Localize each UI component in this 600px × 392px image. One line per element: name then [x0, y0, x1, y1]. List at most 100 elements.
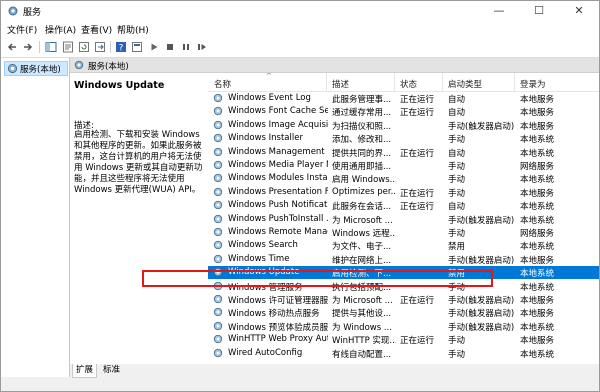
stop-icon: [167, 44, 173, 50]
column-header-name[interactable]: 名称: [214, 78, 231, 90]
service-row[interactable]: Windows PushToInstall ... 为 Microsoft ...…: [208, 213, 599, 226]
service-name: Windows Modules Install...: [228, 173, 328, 184]
service-description: 此服务管理事...: [332, 95, 392, 105]
pause-service-button[interactable]: [179, 40, 193, 54]
service-logon: 本地系统: [520, 269, 555, 280]
menu-bar: 文件(F) 操作(A) 查看(V) 帮助(H): [1, 21, 599, 37]
close-button[interactable]: ✕: [559, 1, 599, 21]
back-arrow-icon: [7, 43, 16, 51]
start-service-button[interactable]: [147, 40, 161, 54]
service-row[interactable]: Wired AutoConfig 有线自动配置... 手动 本地系统: [208, 347, 599, 360]
selected-service-name: Windows Update: [74, 80, 165, 91]
refresh-icon: [79, 42, 89, 52]
help-button[interactable]: ?: [114, 40, 128, 54]
tab-extended[interactable]: 扩展: [72, 364, 98, 378]
service-logon: 网络服务: [520, 162, 555, 172]
service-description-panel: Windows Update 描述: 启用检测、下载和安装 Windows 和其…: [70, 73, 205, 364]
back-button[interactable]: [5, 40, 19, 54]
forward-button[interactable]: [21, 40, 35, 54]
service-row[interactable]: Windows Image Acquisiti... 为扫描仪和照... 手动(触发…: [208, 119, 599, 132]
service-row[interactable]: Windows Font Cache Ser... 通过缓存常用... 正在运行 自动…: [208, 105, 599, 118]
tab-standard[interactable]: 标准: [100, 364, 123, 377]
column-divider[interactable]: [514, 73, 515, 91]
service-name: Windows Presentation Fo...: [228, 186, 328, 197]
service-logon: 本地系统: [520, 349, 555, 360]
service-gear-icon: [213, 134, 223, 143]
stop-service-button[interactable]: [163, 40, 177, 54]
service-row[interactable]: Windows Push Notificati... 此服务在会话... 正在运行 自…: [208, 199, 599, 212]
tree-item-services-local[interactable]: 服务(本地): [4, 61, 68, 76]
service-gear-icon: [213, 227, 223, 237]
service-row[interactable]: Windows Search 为文件、电子... 禁用 本地系统: [208, 239, 599, 252]
export-list-button[interactable]: [93, 40, 107, 54]
service-gear-icon: [213, 187, 223, 196]
service-row[interactable]: WinHTTP Web Proxy Aut... WinHTTP 实现... 正在运…: [208, 333, 599, 346]
service-name: Wired AutoConfig: [228, 347, 303, 358]
service-name: Windows 许可证管理器服务: [228, 296, 328, 306]
column-header-logon-as[interactable]: 登录为: [520, 78, 546, 90]
service-logon: 本地系统: [520, 175, 555, 186]
service-row[interactable]: Windows Installer 添加、修改和... 手动 本地系统: [208, 132, 599, 145]
service-gear-icon: [213, 241, 223, 250]
service-row[interactable]: Windows Presentation Fo... Optimizes per.…: [208, 186, 599, 199]
menu-action[interactable]: 操作(A): [45, 23, 76, 36]
column-header-description[interactable]: 描述: [332, 78, 349, 90]
service-description: 使用通用即插...: [332, 162, 392, 172]
title-bar: 服务 — ☐ ✕: [1, 1, 599, 21]
service-name: Windows Media Player N...: [228, 160, 328, 170]
service-startup-type: 手动: [448, 162, 466, 172]
properties-button[interactable]: [61, 40, 75, 54]
highlight-box: [142, 270, 493, 287]
service-row[interactable]: Windows Media Player N... 使用通用即插... 手动 网络服务: [208, 159, 599, 172]
column-divider[interactable]: [394, 73, 395, 91]
service-startup-type: 自动: [448, 148, 466, 159]
service-name: Windows 移动热点服务: [228, 309, 320, 320]
service-logon: 本地服务: [520, 95, 555, 105]
service-logon: 本地系统: [520, 282, 555, 293]
service-status: 正在运行: [400, 202, 435, 213]
service-row[interactable]: Windows Management I... 提供共同的界... 正在运行 自动 本地…: [208, 146, 599, 159]
menu-help[interactable]: 帮助(H): [117, 23, 149, 36]
console-view-button[interactable]: [130, 40, 144, 54]
service-status: 正在运行: [400, 336, 435, 347]
service-status: 正在运行: [400, 95, 435, 105]
column-header-startup-type[interactable]: 启动类型: [448, 78, 482, 90]
service-gear-icon: [213, 107, 223, 116]
service-gear-icon: [213, 174, 223, 183]
refresh-button[interactable]: [77, 40, 91, 54]
service-gear-icon: [213, 294, 223, 304]
show-hide-tree-button[interactable]: [44, 40, 58, 54]
service-name: Windows PushToInstall ...: [228, 213, 328, 224]
service-startup-type: 手动(触发器启动): [448, 322, 515, 333]
play-icon: [151, 43, 158, 51]
service-name: Windows Search: [228, 240, 298, 251]
service-row[interactable]: Windows Time 维护在网络上... 手动(触发器启动) 本地服务: [208, 253, 599, 266]
column-header-row: 名称 ^ 描述 状态 启动类型 登录为: [208, 73, 599, 92]
service-description: 通过缓存常用...: [332, 108, 392, 119]
service-row[interactable]: Windows Remote Manag... Windows 远程... 手动 网络…: [208, 226, 599, 239]
menu-view[interactable]: 查看(V): [81, 23, 112, 36]
maximize-button[interactable]: ☐: [519, 1, 559, 21]
column-header-status[interactable]: 状态: [400, 78, 417, 90]
menu-file[interactable]: 文件(F): [7, 23, 37, 36]
service-startup-type: 手动: [448, 336, 466, 347]
toolbar-separator: [110, 41, 111, 53]
service-logon: 本地系统: [520, 215, 555, 226]
service-startup-type: 自动: [448, 108, 466, 119]
service-row[interactable]: Windows 预览体验成员服务为 Windows ... 手动(触发器启动) 本地…: [208, 320, 599, 333]
service-name: Windows Time: [228, 253, 290, 264]
column-divider[interactable]: [326, 73, 327, 91]
service-startup-type: 手动: [448, 349, 466, 360]
service-row[interactable]: Windows 许可证管理器服务为 Microsoft ... 正在运行 手动(触发…: [208, 293, 599, 306]
service-status: 正在运行: [400, 296, 435, 306]
service-row[interactable]: Windows 移动热点服务 提供与其他设... 手动(触发器启动) 本地服务: [208, 306, 599, 319]
service-startup-type: 禁用: [448, 242, 466, 253]
service-description: 添加、修改和...: [332, 135, 392, 146]
restart-service-button[interactable]: [195, 40, 209, 54]
service-gear-icon: [213, 254, 223, 263]
column-divider[interactable]: [442, 73, 443, 91]
service-row[interactable]: Windows Event Log 此服务管理事... 正在运行 自动 本地服务: [208, 92, 599, 105]
minimize-button[interactable]: —: [479, 1, 519, 21]
service-row[interactable]: Windows Modules Install... 启用 Windows... 手…: [208, 172, 599, 185]
console-tree-icon: [45, 42, 57, 52]
